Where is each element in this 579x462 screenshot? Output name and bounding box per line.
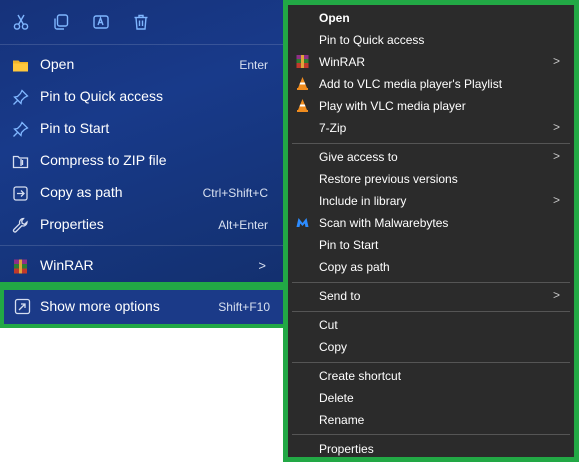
zip-icon [12,153,29,170]
separator [0,44,283,45]
rename-icon[interactable] [90,11,112,33]
vlc-icon [295,98,310,113]
menu-item-create-shortcut[interactable]: Create shortcut [288,365,574,387]
menu-item-copy-as-path[interactable]: Copy as path Ctrl+Shift+C [0,177,283,209]
separator [292,311,570,312]
menu-item-pin-start[interactable]: Pin to Start [288,234,574,256]
chevron-right-icon: > [258,258,266,273]
menu-item-open[interactable]: Open [288,7,574,29]
folder-icon [12,57,29,74]
context-menu-comparison: Open Enter Pin to Quick access Pin to St… [0,0,579,462]
menu-item-vlc-play[interactable]: Play with VLC media player [288,95,574,117]
cut-icon[interactable] [10,11,32,33]
chevron-right-icon: > [552,193,560,207]
copy-path-icon [12,185,29,202]
menu-item-delete[interactable]: Delete [288,387,574,409]
quick-action-bar [0,0,283,44]
chevron-right-icon: > [552,288,560,302]
menu-item-winrar[interactable]: WinRAR > [0,250,283,282]
delete-icon[interactable] [130,11,152,33]
pin-icon [12,89,29,106]
menu-item-copy-as-path[interactable]: Copy as path [288,256,574,278]
win11-context-menu: Open Enter Pin to Quick access Pin to St… [0,0,287,286]
menu-item-include-library[interactable]: Include in library > [288,190,574,212]
menu-item-pin-start[interactable]: Pin to Start [0,113,283,145]
separator [292,434,570,435]
pin-icon [12,121,29,138]
malwarebytes-icon [295,215,310,230]
separator [292,282,570,283]
menu-item-open[interactable]: Open Enter [0,49,283,81]
menu-item-properties[interactable]: Properties [288,438,574,460]
menu-item-7zip[interactable]: 7-Zip > [288,117,574,139]
chevron-right-icon: > [552,120,560,134]
menu-item-properties[interactable]: Properties Alt+Enter [0,209,283,241]
copy-icon[interactable] [50,11,72,33]
classic-context-menu: Open Pin to Quick access WinRAR > Add to… [283,0,579,462]
menu-item-send-to[interactable]: Send to > [288,285,574,307]
winrar-icon [295,54,310,69]
separator [0,245,283,246]
menu-item-give-access[interactable]: Give access to > [288,146,574,168]
winrar-icon [12,258,29,275]
show-more-icon [14,298,31,315]
menu-item-vlc-playlist[interactable]: Add to VLC media player's Playlist [288,73,574,95]
menu-item-pin-quick-access[interactable]: Pin to Quick access [0,81,283,113]
separator [292,143,570,144]
chevron-right-icon: > [552,149,560,163]
wrench-icon [12,217,29,234]
menu-item-compress-zip[interactable]: Compress to ZIP file [0,145,283,177]
show-more-options-button[interactable]: Show more options Shift+F10 [0,286,287,328]
menu-item-rename[interactable]: Rename [288,409,574,431]
separator [292,362,570,363]
menu-item-winrar[interactable]: WinRAR > [288,51,574,73]
menu-item-copy[interactable]: Copy [288,336,574,358]
menu-item-pin-quick-access[interactable]: Pin to Quick access [288,29,574,51]
chevron-right-icon: > [552,54,560,68]
menu-item-malwarebytes[interactable]: Scan with Malwarebytes [288,212,574,234]
menu-item-cut[interactable]: Cut [288,314,574,336]
vlc-icon [295,76,310,91]
menu-item-restore-versions[interactable]: Restore previous versions [288,168,574,190]
